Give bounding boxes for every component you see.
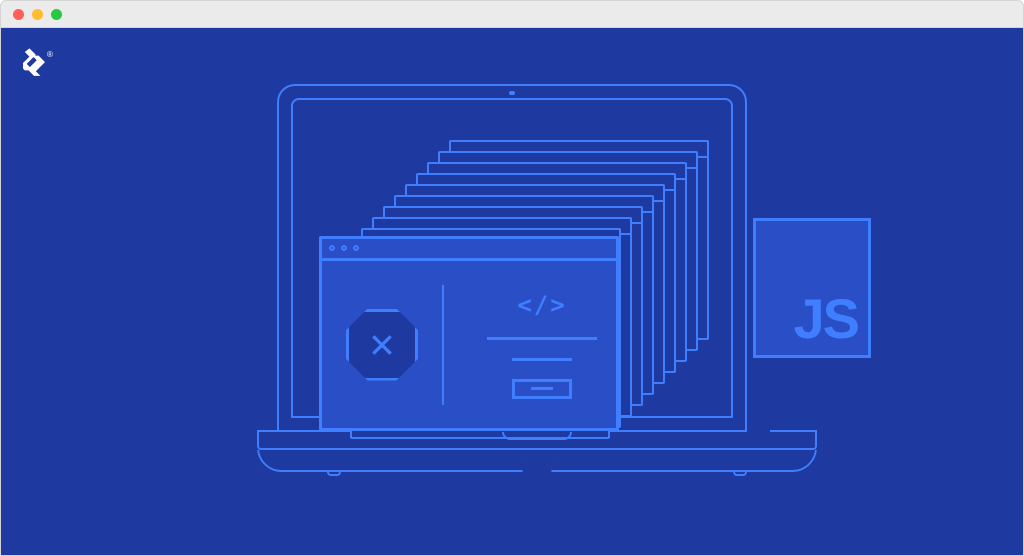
laptop-foot: [733, 470, 747, 476]
laptop-illustration: </>: [257, 84, 767, 472]
laptop-hinge: [257, 432, 817, 450]
error-stop-icon: [346, 309, 418, 381]
code-icon: </>: [517, 291, 566, 319]
trademark-symbol: ®: [47, 50, 53, 59]
dialog-titlebar: [322, 239, 616, 261]
laptop-foot: [327, 470, 341, 476]
window-control-icon: [341, 245, 347, 251]
text-line-placeholder: [512, 358, 572, 361]
window-control-icon: [329, 245, 335, 251]
trackpad-notch: [502, 432, 572, 440]
browser-titlebar: [0, 0, 1024, 28]
hero-illustration: ®: [0, 28, 1024, 556]
dialog-button: [512, 379, 572, 399]
traffic-light-close-icon[interactable]: [13, 9, 24, 20]
traffic-light-zoom-icon[interactable]: [51, 9, 62, 20]
javascript-badge: JS: [753, 218, 871, 358]
brand-logo: ®: [23, 48, 53, 78]
js-label: JS: [794, 291, 859, 347]
laptop-base: [257, 450, 817, 472]
brand-mark-icon: [23, 48, 45, 78]
error-dialog: </>: [319, 236, 619, 431]
traffic-light-minimize-icon[interactable]: [32, 9, 43, 20]
laptop-screen: </>: [277, 84, 747, 432]
vertical-divider: [442, 285, 444, 405]
text-line-placeholder: [487, 337, 597, 340]
close-x-icon: [369, 332, 395, 358]
dialog-content: </>: [468, 291, 616, 399]
window-control-icon: [353, 245, 359, 251]
webcam-icon: [509, 91, 515, 95]
